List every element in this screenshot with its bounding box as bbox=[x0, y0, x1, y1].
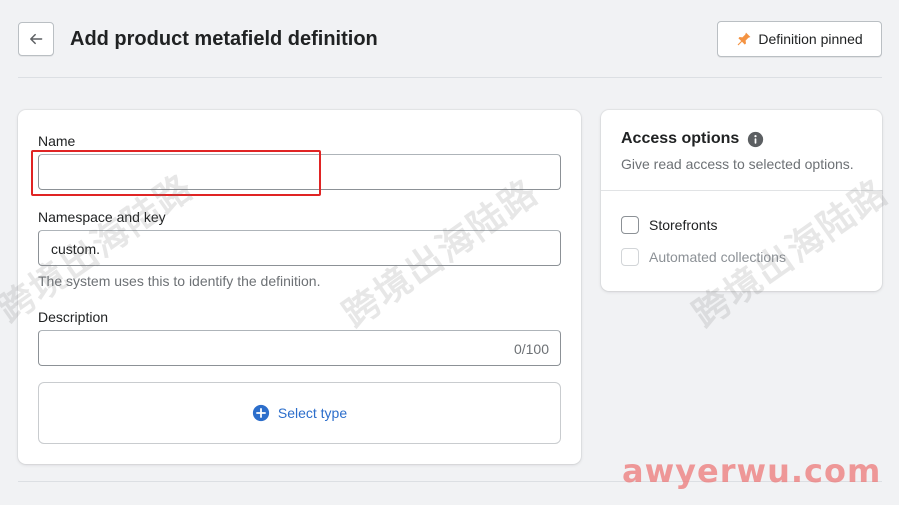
storefronts-checkbox[interactable] bbox=[621, 216, 639, 234]
pin-button-label: Definition pinned bbox=[758, 31, 863, 47]
automated-collections-label: Automated collections bbox=[649, 249, 786, 265]
pin-icon bbox=[737, 32, 751, 46]
access-divider bbox=[601, 190, 882, 191]
namespace-help-text: The system uses this to identify the def… bbox=[38, 273, 321, 289]
header-divider bbox=[18, 77, 882, 78]
access-options-heading: Access options bbox=[621, 130, 740, 147]
automated-collections-checkbox bbox=[621, 248, 639, 266]
description-input[interactable] bbox=[38, 330, 561, 366]
page-header: Add product metafield definition Definit… bbox=[0, 0, 899, 78]
access-options-title: Access options bbox=[621, 130, 764, 148]
namespace-label: Namespace and key bbox=[38, 209, 166, 225]
plus-circle-icon bbox=[252, 404, 269, 422]
description-label: Description bbox=[38, 309, 109, 325]
name-input[interactable] bbox=[38, 154, 561, 190]
access-options-card: Access options Give read access to selec… bbox=[601, 110, 882, 291]
namespace-key-input[interactable] bbox=[38, 230, 561, 266]
automated-collections-option: Automated collections bbox=[621, 248, 786, 266]
definition-pinned-button[interactable]: Definition pinned bbox=[717, 21, 882, 57]
back-button[interactable] bbox=[18, 22, 54, 56]
namespace-prefix: custom. bbox=[51, 241, 101, 257]
select-type-button[interactable]: Select type bbox=[38, 382, 561, 444]
description-char-count: 0/100 bbox=[513, 341, 549, 357]
storefronts-label: Storefronts bbox=[649, 217, 718, 233]
page-title: Add product metafield definition bbox=[70, 28, 378, 50]
info-icon[interactable] bbox=[747, 131, 764, 148]
select-type-label: Select type bbox=[277, 405, 348, 421]
arrow-left-icon bbox=[30, 33, 43, 45]
site-watermark: awyerwu.com bbox=[622, 452, 882, 490]
name-label: Name bbox=[38, 133, 76, 149]
definition-form-card: Name Namespace and key custom. The syste… bbox=[18, 110, 581, 464]
storefronts-option[interactable]: Storefronts bbox=[621, 216, 717, 234]
access-options-subtitle: Give read access to selected options. bbox=[621, 156, 854, 172]
